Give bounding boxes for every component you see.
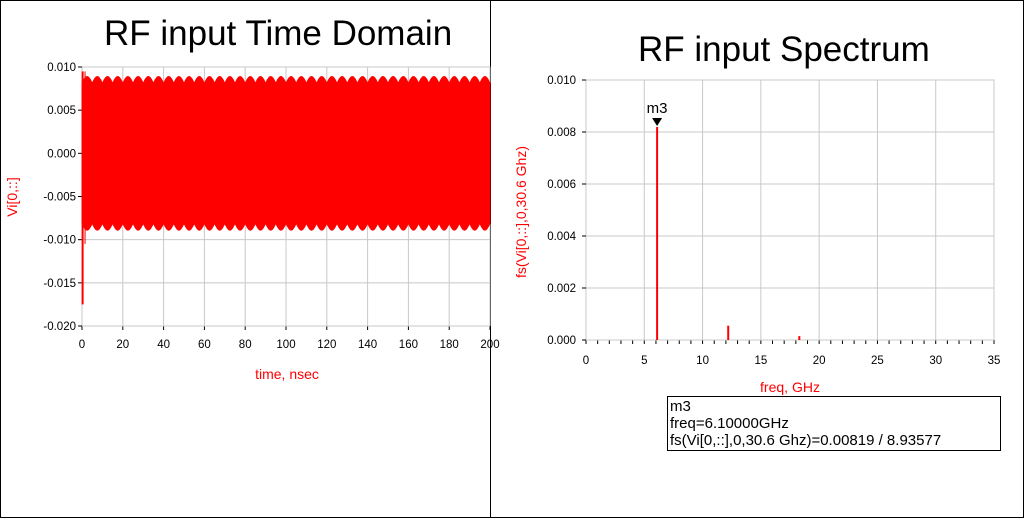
- marker-label: m3: [647, 100, 668, 117]
- marker-readout-name: m3: [670, 398, 691, 415]
- spectrum-x-tick-label: 10: [696, 355, 709, 367]
- spectrum-x-tick-label: 15: [754, 355, 767, 367]
- spectrum-xlabel: freq, GHz: [760, 379, 820, 395]
- spectrum-plot-area: [585, 79, 995, 341]
- spectrum-x-tick-label: 35: [988, 355, 1001, 367]
- spectrum-ylabel: fs(Vi[0,::],0,30.6 Ghz): [513, 146, 529, 278]
- spectrum-x-tick-label: 0: [583, 355, 589, 367]
- spectrum-y-tick-label: 0.000: [547, 335, 576, 347]
- spectrum-y-tick-label: 0.004: [547, 231, 576, 243]
- marker-readout-freq: freq=6.10000GHz: [670, 415, 789, 432]
- marker-readout-box: m3 freq=6.10000GHz fs(Vi[0,::],0,30.6 Gh…: [667, 396, 1001, 451]
- spectrum-y-tick-label: 0.006: [547, 179, 576, 191]
- spectrum-y-tick-label: 0.010: [547, 75, 576, 87]
- spectrum-x-tick-label: 30: [929, 355, 942, 367]
- spectrum-x-tick-label: 5: [641, 355, 647, 367]
- spectrum-x-tick-label: 25: [871, 355, 884, 367]
- spectrum-x-tick-label: 20: [813, 355, 826, 367]
- spectrum-y-tick-label: 0.002: [547, 283, 576, 295]
- marker-readout-value: fs(Vi[0,::],0,30.6 Ghz)=0.00819 / 8.9357…: [670, 432, 942, 449]
- spectrum-y-tick-label: 0.008: [547, 127, 576, 139]
